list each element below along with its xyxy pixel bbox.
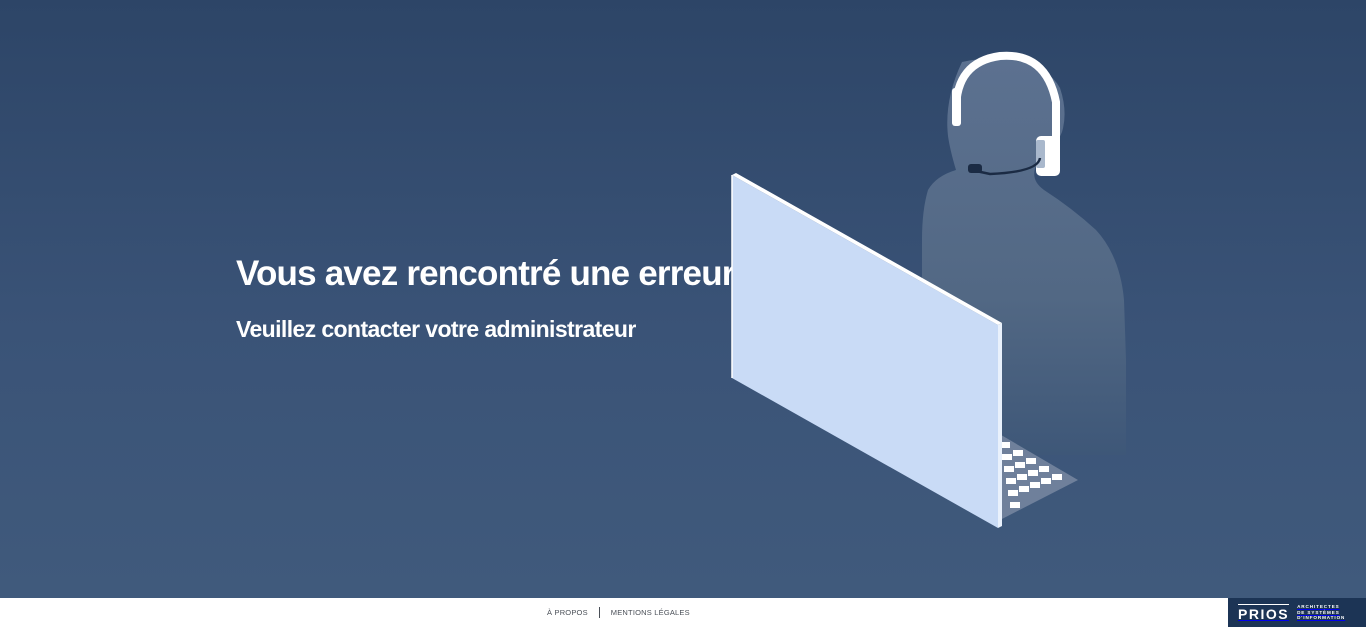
footer: À PROPOS MENTIONS LÉGALES PRIOS ARCHITEC… xyxy=(0,598,1366,627)
error-page: Vous avez rencontré une erreur Veuillez … xyxy=(0,0,1366,627)
brand-name: PRIOS xyxy=(1238,603,1290,622)
prios-logo[interactable]: PRIOS ARCHITECTES DE SYSTÈMES D'INFORMAT… xyxy=(1228,598,1366,627)
brand-tagline-line: D'INFORMATION xyxy=(1297,615,1346,621)
about-link[interactable]: À PROPOS xyxy=(536,608,599,617)
brand-tagline: ARCHITECTES DE SYSTÈMES D'INFORMATION xyxy=(1297,604,1345,620)
error-title: Vous avez rencontré une erreur xyxy=(236,254,735,293)
brand-tagline-line: ARCHITECTES xyxy=(1297,604,1340,610)
error-subtitle: Veuillez contacter votre administrateur xyxy=(236,316,636,342)
main-area: Vous avez rencontré une erreur Veuillez … xyxy=(0,0,1366,598)
legal-notice-link[interactable]: MENTIONS LÉGALES xyxy=(600,608,701,617)
footer-nav: À PROPOS MENTIONS LÉGALES xyxy=(536,598,701,627)
support-agent-illustration xyxy=(731,51,1126,528)
error-message: Vous avez rencontré une erreur Veuillez … xyxy=(236,252,735,344)
